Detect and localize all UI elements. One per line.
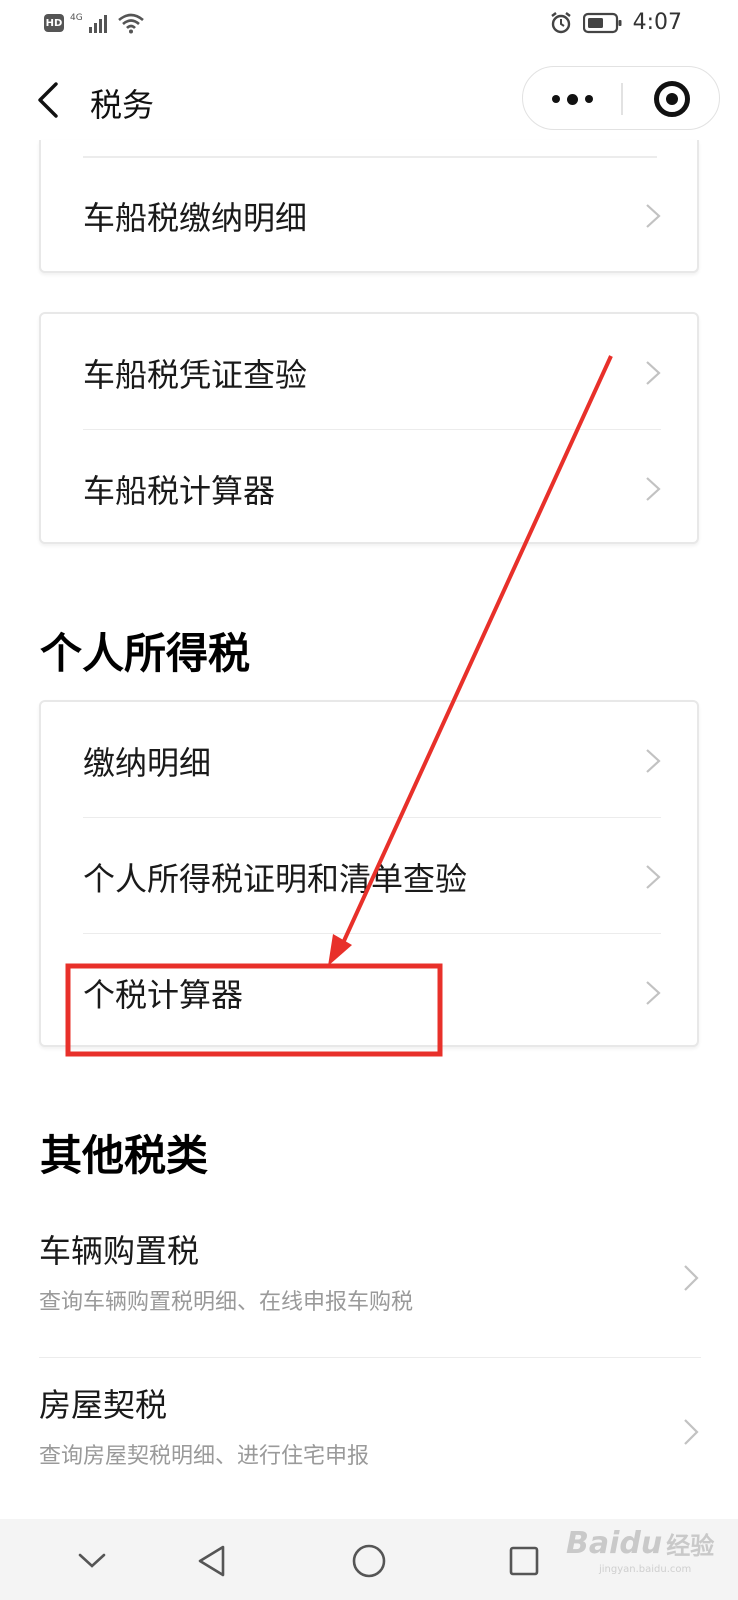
collapse-button[interactable]	[68, 1537, 116, 1585]
item-title: 车辆购置税	[39, 1232, 200, 1270]
hd-badge: HD	[44, 14, 64, 32]
row-label: 缴纳明细	[83, 744, 212, 782]
list-item[interactable]: 车船税计算器	[41, 430, 701, 546]
row-label: 个人所得税证明和清单查验	[83, 860, 468, 898]
list-item[interactable]: 房屋契税 查询房屋契税明细、进行住宅申报	[39, 1358, 701, 1512]
nav-back-button[interactable]	[188, 1537, 236, 1585]
chevron-right-icon	[646, 749, 661, 773]
list-item[interactable]: 车船税缴纳明细	[41, 157, 701, 273]
clock: 4:07	[632, 10, 682, 35]
row-label: 车船税计算器	[83, 472, 276, 510]
section-title-personal-tax: 个人所得税	[40, 629, 251, 678]
target-circle-icon	[654, 81, 690, 117]
watermark-url: jingyan.baidu.com	[599, 1564, 692, 1575]
list-item[interactable]: 车船税凭证查验	[41, 314, 701, 430]
battery-icon	[582, 12, 622, 33]
watermark-suffix: 经验	[666, 1532, 715, 1560]
baidu-watermark: Baidu 经验	[566, 1526, 714, 1561]
chevron-right-icon	[684, 1419, 699, 1445]
mini-program-capsule	[522, 66, 720, 130]
more-dots-icon	[551, 93, 593, 105]
row-label: 车船税凭证查验	[83, 356, 308, 394]
item-subtitle: 查询房屋契税明细、进行住宅申报	[39, 1444, 370, 1469]
page-title: 税务	[90, 86, 155, 124]
row-label: 个税计算器	[83, 976, 244, 1014]
chevron-left-icon	[38, 82, 58, 118]
list-item[interactable]: 个人所得税证明和清单查验	[41, 818, 701, 934]
personal-tax-card: 缴纳明细 个人所得税证明和清单查验 个税计算器	[39, 700, 699, 1047]
item-subtitle: 查询车辆购置税明细、在线申报车购税	[39, 1290, 414, 1315]
list-item[interactable]: 缴纳明细	[41, 702, 701, 818]
item-title: 房屋契税	[39, 1386, 168, 1424]
vessel-tax-card-top: 车船税缴纳明细	[39, 140, 699, 273]
vessel-tax-card: 车船税凭证查验 车船税计算器	[39, 312, 699, 544]
nav-bar: 税务	[0, 60, 738, 140]
watermark-brand: Baidu	[566, 1526, 663, 1561]
collapse-down-icon	[78, 1553, 106, 1568]
chevron-right-icon	[646, 981, 661, 1005]
network-type: 4G	[70, 13, 83, 23]
list-item[interactable]: 车辆购置税 查询车辆购置税明细、在线申报车购税	[39, 1204, 701, 1358]
back-triangle-icon	[198, 1545, 225, 1577]
home-circle-icon	[352, 1544, 386, 1578]
back-button[interactable]	[28, 74, 68, 126]
chevron-right-icon	[646, 477, 661, 501]
more-button[interactable]	[523, 67, 621, 131]
section-title-other-tax: 其他税类	[40, 1131, 209, 1180]
nav-recent-button[interactable]	[500, 1537, 548, 1585]
signal-icon	[88, 15, 107, 33]
chevron-right-icon	[646, 361, 661, 385]
chevron-right-icon	[646, 865, 661, 889]
nav-home-button[interactable]	[345, 1537, 393, 1585]
status-left: HD 4G	[44, 12, 145, 34]
chevron-right-icon	[646, 204, 661, 228]
recent-square-icon	[509, 1546, 539, 1576]
close-button[interactable]	[623, 67, 721, 131]
alarm-icon	[550, 11, 571, 33]
wifi-icon	[117, 13, 144, 34]
status-bar: HD 4G 4:07	[0, 0, 738, 52]
list-item-tax-calculator[interactable]: 个税计算器	[41, 934, 701, 1050]
row-label: 车船税缴纳明细	[83, 199, 308, 237]
status-right: 4:07	[549, 10, 682, 35]
chevron-right-icon	[684, 1265, 699, 1291]
